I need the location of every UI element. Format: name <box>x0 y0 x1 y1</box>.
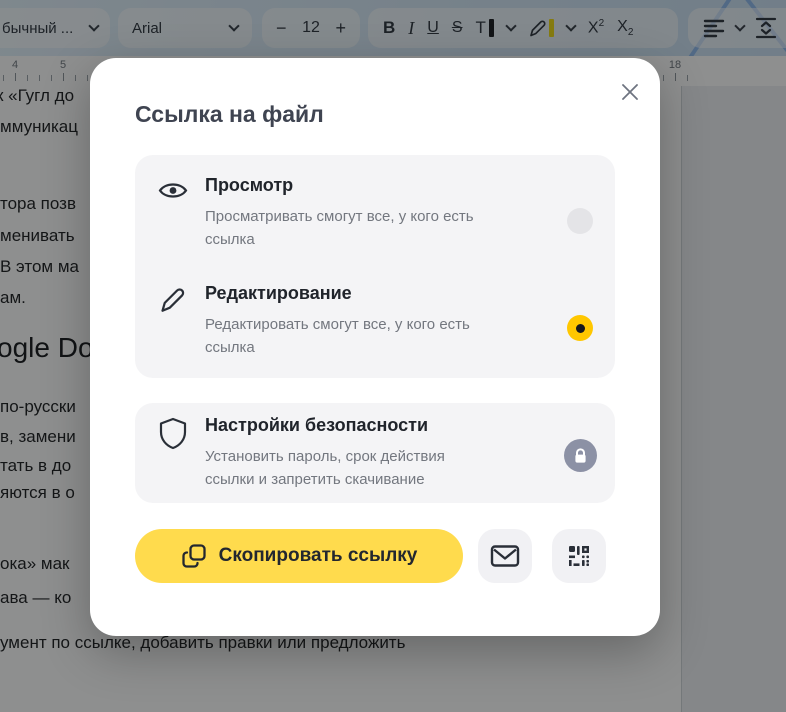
description-line: Редактировать смогут все, у кого есть <box>205 316 470 333</box>
security-description: Установить пароль, срок действия ссылки … <box>205 445 445 491</box>
security-title: Настройки безопасности <box>205 415 429 435</box>
radio-view[interactable] <box>567 208 593 234</box>
qr-code-button[interactable] <box>552 529 606 583</box>
eye-icon <box>158 183 188 198</box>
app-window: к «Гугл до ммуникац тора позв менивать В это… <box>0 0 786 712</box>
description-line: ссылка <box>205 231 255 248</box>
description-line: Просматривать смогут все, у кого есть <box>205 208 474 225</box>
copy-link-label: Скопировать ссылку <box>218 545 418 566</box>
security-panel[interactable]: Настройки безопасности Установить пароль… <box>135 403 615 503</box>
copy-icon <box>181 544 206 568</box>
shield-icon <box>159 417 187 450</box>
envelope-icon <box>490 545 520 567</box>
send-email-button[interactable] <box>478 529 532 583</box>
lock-badge <box>564 439 597 472</box>
close-button[interactable] <box>612 74 648 110</box>
access-options-panel: Просмотр Просматривать смогут все, у ког… <box>135 155 615 378</box>
copy-link-button[interactable]: Скопировать ссылку <box>135 529 463 583</box>
lock-icon <box>575 447 586 463</box>
description-line: ссылки и запретить скачивание <box>205 471 425 488</box>
option-view[interactable]: Просмотр Просматривать смогут все, у ког… <box>135 155 615 267</box>
qr-icon <box>569 546 589 566</box>
share-dialog: Ссылка на файл Просмотр Просматривать см… <box>90 58 660 636</box>
description-line: ссылка <box>205 339 255 356</box>
option-description: Просматривать смогут все, у кого есть сс… <box>205 205 474 251</box>
option-edit[interactable]: Редактирование Редактировать смогут все,… <box>135 267 615 378</box>
radio-edit[interactable] <box>567 315 593 341</box>
option-title: Редактирование <box>205 283 352 303</box>
pencil-icon <box>161 288 185 312</box>
close-icon <box>622 84 638 100</box>
option-title: Просмотр <box>205 175 294 195</box>
description-line: Установить пароль, срок действия <box>205 448 445 465</box>
dialog-title: Ссылка на файл <box>135 101 324 127</box>
option-description: Редактировать смогут все, у кого есть сс… <box>205 313 470 359</box>
